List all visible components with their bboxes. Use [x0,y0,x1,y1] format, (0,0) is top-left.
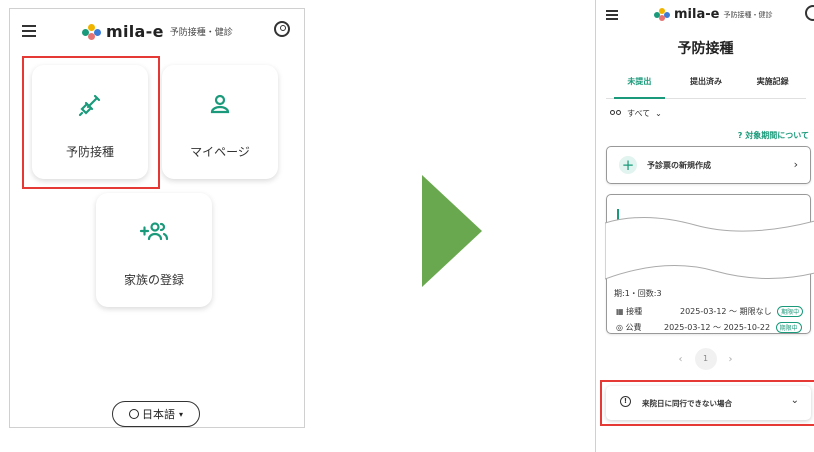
page-title: 予防接種 [677,41,734,57]
coin-icon: ◎ [616,323,623,332]
app-logo: mila-e 予防接種・健診 [654,7,772,22]
row-label: 公費 [625,323,642,332]
row-label: 接種 [626,307,643,316]
torn-cover [605,217,814,280]
highlight-box [600,380,814,426]
app-header: mila-e 予防接種・健診 [596,0,814,30]
new-form-label: 予診票の新規作成 [647,161,711,170]
logo-subtitle: 予防接種・健診 [723,10,773,19]
logo-name: mila-e [106,22,164,41]
tab-submitted[interactable]: 提出済み [673,72,740,98]
chevron-right-icon: › [793,158,798,171]
vaccination-range: 2025-03-12 ～ 期限なし 期限中 [680,306,804,317]
family-filter[interactable]: すべて ⌄ [610,108,662,119]
add-family-icon [96,221,212,247]
status-badge: 期限中 [777,306,804,317]
tile-family-registration[interactable]: 家族の登録 [96,193,212,307]
tile-label: マイページ [190,145,250,159]
highlight-box [22,56,160,189]
filter-label: すべて [627,109,651,118]
tile-mypage[interactable]: マイページ [162,65,278,179]
person-icon [162,93,278,119]
transition-arrow-icon [422,175,482,287]
people-icon [610,109,622,118]
subsidy-range: 2025-03-12 ～ 2025-10-22 期限中 [664,322,802,333]
home-screen: mila-e 予防接種・健診 予防接種 マイページ 家族の登録 日本語 ▾ [9,8,305,428]
help-icon: ? [737,131,743,140]
app-header: mila-e 予防接種・健診 [10,9,304,53]
vaccination-screen: mila-e 予防接種・健診 予防接種 未提出 提出済み 実施記録 すべて ⌄ … [595,0,814,452]
tile-label: 家族の登録 [123,273,184,287]
account-icon[interactable] [274,21,290,37]
plus-icon: + [619,156,637,174]
calendar-icon: ▦ [616,307,624,316]
language-label: 日本語 [141,408,175,421]
status-badge: 期限中 [775,322,802,333]
tab-records[interactable]: 実施記録 [739,72,806,98]
page-number[interactable]: 1 [694,348,717,370]
tab-bar: 未提出 提出済み 実施記録 [606,72,806,99]
tab-unsubmitted[interactable]: 未提出 [606,72,673,99]
row-range: 2025-03-12 ～ 期限なし [680,307,772,316]
caret-down-icon: ▾ [178,409,183,419]
hamburger-menu-icon[interactable] [606,10,618,20]
vaccination-row: ▦ 接種 [616,306,642,317]
logo-mark-icon [654,8,670,21]
new-form-button[interactable]: + 予診票の新規作成 › [606,146,811,184]
logo-name: mila-e [674,7,720,22]
logo-mark-icon [82,23,102,40]
globe-icon [128,409,139,419]
next-page-icon[interactable]: › [729,354,733,365]
account-icon[interactable] [805,5,814,21]
logo-subtitle: 予防接種・健診 [169,28,233,38]
period-link-label: 対象期間について [745,131,809,140]
app-logo: mila-e 予防接種・健診 [82,22,233,41]
hamburger-menu-icon[interactable] [22,25,36,37]
subsidy-row: ◎ 公費 [616,322,642,333]
period-count: 期:1・回数:3 [614,289,662,298]
prev-page-icon[interactable]: ‹ [679,354,683,365]
language-selector[interactable]: 日本語 ▾ [112,401,200,427]
chevron-down-icon: ⌄ [655,109,662,118]
row-range: 2025-03-12 ～ 2025-10-22 [664,323,771,332]
pagination: ‹ 1 › [596,348,814,370]
period-info-link[interactable]: ? 対象期間について [738,130,809,141]
